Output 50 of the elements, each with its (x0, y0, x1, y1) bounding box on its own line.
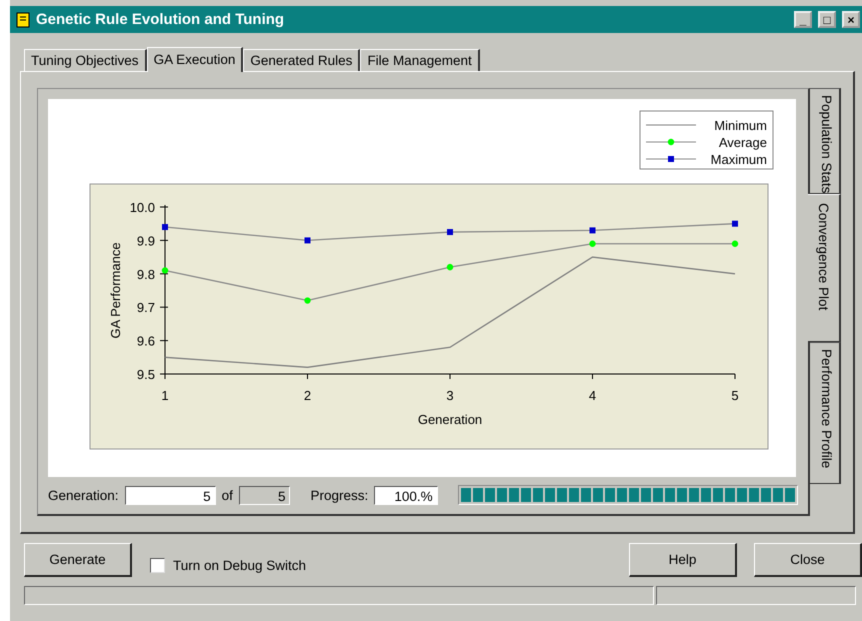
close-button[interactable]: Close (754, 543, 862, 577)
of-label: of (222, 488, 233, 502)
app-icon (16, 12, 30, 28)
maximize-button[interactable]: □ (818, 11, 836, 28)
progress-label: Progress: (310, 488, 368, 502)
tab[interactable]: Tuning Objectives (24, 49, 147, 71)
data-point (304, 297, 311, 304)
progress-field: 100.% (374, 486, 438, 504)
help-button[interactable]: Help (629, 543, 737, 577)
legend-label: Minimum (714, 118, 767, 133)
window-title: Genetic Rule Evolution and Tuning (36, 11, 286, 28)
legend-marker (646, 156, 696, 162)
data-point (732, 240, 738, 247)
legend-label: Maximum (710, 152, 767, 167)
axis-tick-label: 9.8 (136, 266, 155, 282)
axis-tick-label: 9.7 (136, 300, 155, 316)
data-point (732, 220, 738, 227)
legend-label: Average (718, 135, 767, 150)
axis-tick-label: 4 (588, 388, 596, 403)
tab[interactable]: File Management (360, 49, 480, 71)
axis-tick-label: 5 (731, 388, 739, 403)
debug-checkbox[interactable]: Turn on Debug Switch (150, 558, 629, 572)
axis-tick-label: 9.9 (136, 233, 155, 248)
close-button[interactable]: × (842, 11, 860, 28)
side-tab[interactable]: Population Stats (810, 88, 841, 194)
checkbox[interactable] (150, 558, 165, 572)
data-point (162, 224, 168, 230)
data-point (162, 267, 168, 274)
generation-field[interactable]: 5 (124, 486, 216, 504)
axis-tick-label: 1 (161, 388, 169, 403)
generate-button[interactable]: Generate (24, 543, 132, 577)
data-point (589, 240, 596, 247)
tab[interactable]: GA Execution (146, 47, 244, 72)
axis-tick-label: 2 (304, 388, 312, 403)
axis-tick-label: 9.6 (136, 334, 155, 349)
x-axis-title: Generation (418, 412, 482, 427)
data-point (447, 229, 453, 236)
axis-tick-label: 10.0 (130, 200, 155, 215)
generation-label: Generation: (48, 488, 119, 502)
minimize-button[interactable]: _ (794, 11, 812, 28)
side-tab[interactable]: Performance Profile (810, 342, 841, 484)
axis-tick-label: 3 (446, 388, 454, 403)
total-field: 5 (238, 486, 290, 504)
tab[interactable]: Generated Rules (243, 49, 360, 71)
y-axis-title: GA Performance (108, 242, 123, 339)
side-tab[interactable]: Convergence Plot (808, 194, 841, 342)
axis-tick-label: 9.5 (136, 367, 155, 382)
legend-marker (646, 124, 696, 126)
data-point (446, 264, 454, 270)
legend-marker (646, 138, 696, 146)
